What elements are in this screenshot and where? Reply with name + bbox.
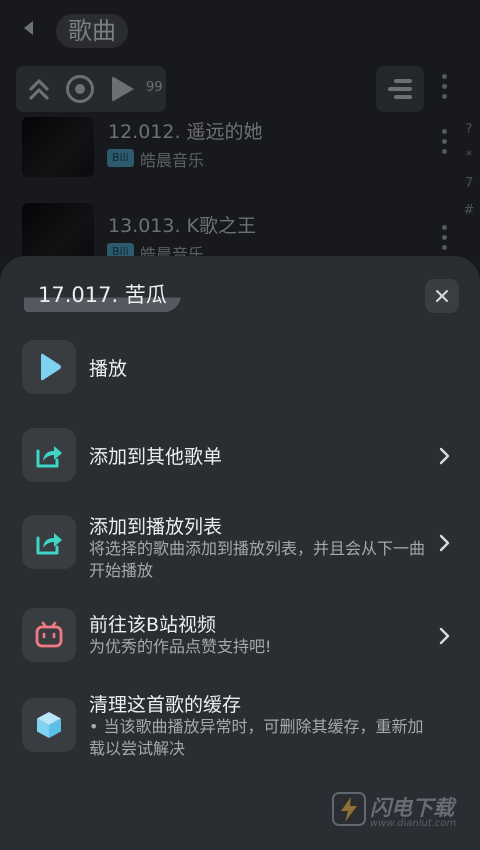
song-count: 99 [146, 80, 163, 95]
action-description: 为优秀的作品点赞支持吧! [89, 637, 272, 656]
play-icon [41, 353, 61, 381]
action-label: 添加到播放列表 [89, 516, 223, 538]
index-letter[interactable]: * [462, 143, 476, 170]
song-options-sheet: 17.017. 苦瓜 播放 添加到其他歌单 添加到播放列表 将选择的歌曲添加到播… [0, 256, 480, 850]
cube-icon [37, 712, 61, 738]
index-letter[interactable]: # [462, 197, 476, 224]
action-icon-box [22, 608, 76, 662]
song-row[interactable]: 12.012. 遥远的她 Bili 皓晨音乐 [0, 117, 460, 203]
close-icon [436, 290, 448, 302]
chevron-right-icon [439, 627, 450, 645]
sheet-title: 17.017. 苦瓜 [24, 278, 181, 312]
action-label: 播放 [89, 358, 128, 380]
share-arrow-icon [36, 446, 62, 468]
share-arrow-icon [36, 533, 62, 555]
list-icon [388, 79, 412, 99]
song-artist: 皓晨音乐 [140, 151, 205, 170]
watermark-url: www.dianlut.com [370, 818, 457, 829]
song-title: 12.012. 遥远的她 [108, 121, 263, 143]
action-label: 前往该B站视频 [89, 614, 217, 636]
bilibili-tv-icon [35, 621, 63, 648]
close-button[interactable] [425, 279, 459, 313]
more-vertical-icon[interactable] [441, 225, 447, 253]
song-title: 13.013. K歌之王 [108, 215, 257, 237]
action-label: 添加到其他歌单 [89, 446, 223, 468]
page-title: 歌曲 [56, 14, 128, 48]
lightning-logo-icon [332, 792, 366, 826]
index-letter[interactable]: ? [462, 116, 476, 143]
more-vertical-icon[interactable] [441, 74, 447, 102]
action-play[interactable]: 播放 [0, 340, 480, 396]
action-label: 清理这首歌的缓存 [89, 694, 242, 716]
action-description: 将选择的歌曲添加到播放列表，并且会从下一曲开始播放 [89, 539, 426, 580]
action-icon-box [22, 428, 76, 482]
album-cover [22, 203, 94, 263]
action-description: • 当该歌曲播放异常时，可删除其缓存，重新加载以尝试解决 [89, 717, 424, 758]
action-open-bilibili[interactable]: 前往该B站视频 为优秀的作品点赞支持吧! [0, 608, 480, 664]
action-clear-cache[interactable]: 清理这首歌的缓存 • 当该歌曲播放异常时，可删除其缓存，重新加载以尝试解决 [0, 692, 480, 762]
list-menu-button[interactable] [376, 66, 424, 112]
chevron-right-icon [439, 447, 450, 465]
action-icon-box [22, 698, 76, 752]
double-chevron-up-icon[interactable] [28, 76, 50, 102]
action-add-to-playlist[interactable]: 添加到其他歌单 [0, 428, 480, 484]
action-icon-box [22, 515, 76, 569]
action-add-to-queue[interactable]: 添加到播放列表 将选择的歌曲添加到播放列表，并且会从下一曲开始播放 [0, 514, 480, 584]
back-arrow-icon[interactable] [24, 21, 33, 35]
action-icon-box [22, 340, 76, 394]
record-icon[interactable] [66, 75, 94, 103]
more-vertical-icon[interactable] [441, 129, 447, 157]
chevron-right-icon [439, 534, 450, 552]
source-badge: Bili [107, 149, 134, 167]
top-bar: 歌曲 [0, 0, 480, 62]
alphabet-index[interactable]: ? * 7 # [462, 116, 476, 224]
index-letter[interactable]: 7 [462, 170, 476, 197]
watermark: 闪电下载 www.dianlut.com [332, 790, 472, 832]
playback-control-bar: 99 [16, 66, 166, 112]
album-cover [22, 117, 94, 177]
play-all-icon[interactable] [112, 76, 134, 102]
